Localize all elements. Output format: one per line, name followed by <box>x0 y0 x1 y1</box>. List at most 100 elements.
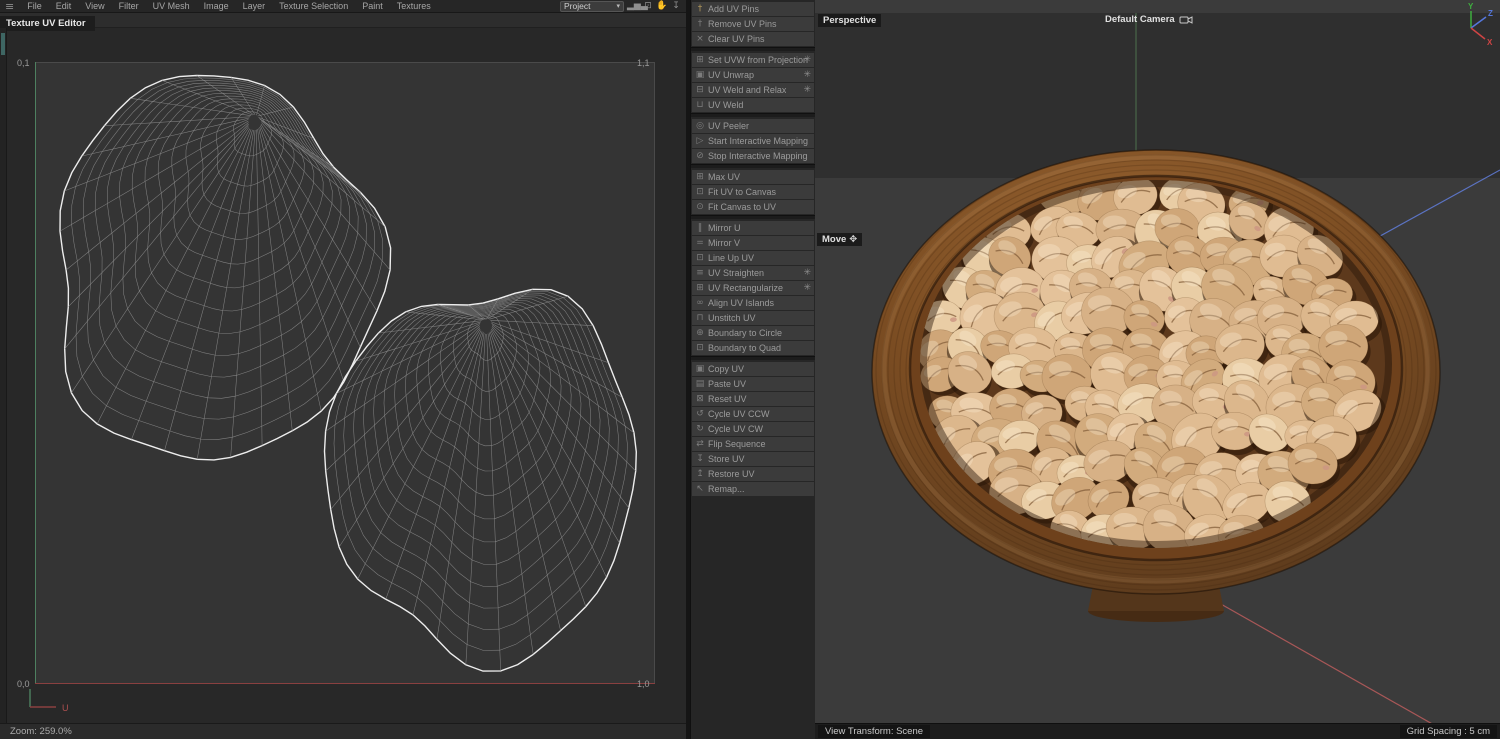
cycle-ccw-icon: ↺ <box>696 409 704 419</box>
command-remove-uv-pins[interactable]: † Remove UV Pins <box>692 17 814 31</box>
wooden-bowl[interactable] <box>871 149 1441 622</box>
z-axis-line <box>1470 16 1487 29</box>
island-ring <box>131 90 342 334</box>
command-label: Stop Interactive Mapping <box>708 151 808 161</box>
command-unstitch-uv[interactable]: ⊓ Unstitch UV <box>692 311 814 325</box>
command-flip-sequence[interactable]: ⇄ Flip Sequence <box>692 437 814 451</box>
command-label: Mirror V <box>708 238 740 248</box>
menu-item-file[interactable]: File <box>20 1 49 11</box>
command-label: Set UVW from Projection <box>708 55 809 65</box>
command-clear-uv-pins[interactable]: × Clear UV Pins <box>692 32 814 46</box>
command-group-separator <box>691 215 815 219</box>
frame-icon[interactable]: ⊡ <box>641 1 655 11</box>
command-mirror-v[interactable]: = Mirror V <box>692 236 814 250</box>
uv-canvas[interactable] <box>35 62 655 684</box>
command-boundary-to-quad[interactable]: ⊡ Boundary to Quad <box>692 341 814 355</box>
reset-icon: ⊠ <box>696 394 704 404</box>
command-label: Boundary to Quad <box>708 343 782 353</box>
island-ring <box>353 294 610 609</box>
viewport-view-label[interactable]: Perspective <box>818 14 882 27</box>
gear-icon[interactable]: ✳ <box>803 85 811 95</box>
command-uv-straighten[interactable]: ≡ UV Straighten ✳ <box>692 266 814 280</box>
align-icon: ∞ <box>696 298 704 308</box>
menu-item-layer[interactable]: Layer <box>236 1 273 11</box>
island-spoke <box>59 120 249 232</box>
gear-icon[interactable]: ✳ <box>803 283 811 293</box>
command-paste-uv[interactable]: ▤ Paste UV <box>692 377 814 391</box>
command-stop-interactive-mapping[interactable]: ⊘ Stop Interactive Mapping <box>692 149 814 163</box>
command-restore-uv[interactable]: ↥ Restore UV <box>692 467 814 481</box>
command-uv-weld-and-relax[interactable]: ⊟ UV Weld and Relax ✳ <box>692 83 814 97</box>
active-camera-label[interactable]: Default Camera <box>1100 13 1198 26</box>
command-remap[interactable]: ↖ Remap... <box>692 482 814 496</box>
island-spoke <box>491 322 623 398</box>
command-cycle-uv-ccw[interactable]: ↺ Cycle UV CCW <box>692 407 814 421</box>
histogram-icon[interactable]: ▂▅▃ <box>627 1 648 11</box>
command-uv-rectangularize[interactable]: ⊞ UV Rectangularize ✳ <box>692 281 814 295</box>
island-ring <box>157 95 324 289</box>
unstitch-icon: ⊓ <box>696 313 704 323</box>
command-start-interactive-mapping[interactable]: ▷ Start Interactive Mapping <box>692 134 814 148</box>
hand-icon[interactable]: ✋ <box>655 1 669 11</box>
command-max-uv[interactable]: ⊞ Max UV <box>692 170 814 184</box>
command-align-uv-islands[interactable]: ∞ Align UV Islands <box>692 296 814 310</box>
scene-bowl-of-chickpeas[interactable] <box>815 13 1500 723</box>
command-cycle-uv-cw[interactable]: ↻ Cycle UV CW <box>692 422 814 436</box>
command-reset-uv[interactable]: ⊠ Reset UV <box>692 392 814 406</box>
menu-item-paint[interactable]: Paint <box>355 1 390 11</box>
command-uv-weld[interactable]: ⊔ UV Weld <box>692 98 814 112</box>
menu-item-edit[interactable]: Edit <box>49 1 79 11</box>
island-spoke <box>230 129 256 458</box>
z-axis-label: Z <box>1488 9 1493 18</box>
store-icon: ↧ <box>696 454 704 464</box>
island-ring <box>428 308 541 447</box>
menu-item-textures[interactable]: Textures <box>390 1 438 11</box>
perspective-viewport[interactable] <box>815 13 1500 723</box>
unwrap-icon: ▣ <box>695 70 705 80</box>
command-uv-peeler[interactable]: ◎ UV Peeler <box>692 119 814 133</box>
island-spoke <box>261 122 391 271</box>
command-fit-canvas-to-uv[interactable]: ⊙ Fit Canvas to UV <box>692 200 814 214</box>
gear-icon[interactable]: ✳ <box>803 55 811 65</box>
command-add-uv-pins[interactable]: † Add UV Pins <box>692 2 814 16</box>
active-tool-label: Move ✥ <box>817 233 863 246</box>
command-label: Restore UV <box>708 469 755 479</box>
command-store-uv[interactable]: ↧ Store UV <box>692 452 814 466</box>
gear-icon[interactable]: ✳ <box>803 268 811 278</box>
command-fit-uv-to-canvas[interactable]: ⊡ Fit UV to Canvas <box>692 185 814 199</box>
menu-item-image[interactable]: Image <box>197 1 236 11</box>
peeler-icon: ◎ <box>696 121 704 131</box>
menu-item-uv-mesh[interactable]: UV Mesh <box>146 1 197 11</box>
command-boundary-to-circle[interactable]: ⊕ Boundary to Circle <box>692 326 814 340</box>
remap-icon: ↖ <box>696 484 704 494</box>
uv-corner-label-10: 1,0 <box>637 679 650 689</box>
command-set-uvw-from-projection[interactable]: ⊞ Set UVW from Projection ✳ <box>692 53 814 67</box>
command-line-up-uv[interactable]: ⊡ Line Up UV <box>692 251 814 265</box>
menu-item-texture-selection[interactable]: Texture Selection <box>272 1 355 11</box>
menu-item-view[interactable]: View <box>78 1 111 11</box>
side-strip-handle[interactable] <box>1 33 5 55</box>
island-spoke <box>330 327 481 510</box>
menu-item-filter[interactable]: Filter <box>112 1 146 11</box>
project-dropdown[interactable]: Project ▾ <box>560 0 624 12</box>
island-spoke <box>164 129 253 451</box>
uv-island-2[interactable] <box>323 288 638 672</box>
island-spoke <box>465 333 486 665</box>
command-mirror-u[interactable]: ‖ Mirror U <box>692 221 814 235</box>
pin-remove-icon: † <box>697 19 703 29</box>
paste-icon: ▤ <box>695 379 705 389</box>
axis-gizmo: Y Z X <box>1468 2 1493 46</box>
uv-islands-wireframe[interactable] <box>36 63 654 683</box>
uv-editor-tab[interactable]: Texture UV Editor <box>0 16 95 31</box>
download-icon[interactable]: ↧ <box>669 1 683 11</box>
uv-island-1[interactable] <box>59 74 392 461</box>
command-label: Cycle UV CCW <box>708 409 770 419</box>
uv-corner-label-01: 0,1 <box>17 58 30 68</box>
hamburger-icon[interactable]: ≡ <box>0 1 20 12</box>
command-uv-unwrap[interactable]: ▣ UV Unwrap ✳ <box>692 68 814 82</box>
island-spoke <box>325 324 480 432</box>
boundary-quad-icon: ⊡ <box>696 343 704 353</box>
gear-icon[interactable]: ✳ <box>803 70 811 80</box>
command-copy-uv[interactable]: ▣ Copy UV <box>692 362 814 376</box>
island-spoke <box>131 129 252 440</box>
